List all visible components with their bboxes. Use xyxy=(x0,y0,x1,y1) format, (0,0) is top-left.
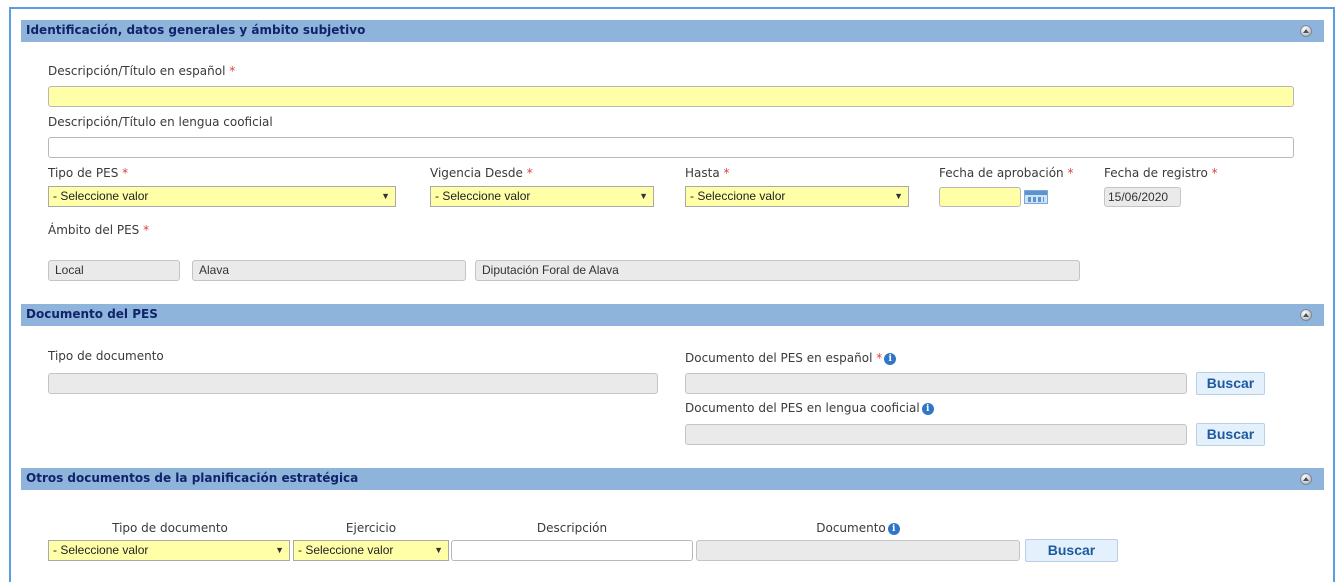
info-icon[interactable]: i xyxy=(887,522,900,535)
ambito-entidad-field: Diputación Foral de Alava xyxy=(475,260,1080,281)
desc-cooficial-input[interactable] xyxy=(48,137,1294,158)
section-header-documento[interactable]: Documento del PES xyxy=(21,304,1324,326)
doc-es-label: Documento del PES en español * i xyxy=(685,351,897,365)
select-value: - Seleccione valor xyxy=(53,543,149,557)
column-tipo-documento: Tipo de documento xyxy=(112,521,228,535)
section-header-otros-documentos[interactable]: Otros documentos de la planificación est… xyxy=(21,468,1324,490)
select-value: - Seleccione valor xyxy=(298,543,394,557)
fecha-aprobacion-label: Fecha de aprobación * xyxy=(939,166,1074,180)
column-documento: Documento i xyxy=(696,521,1020,535)
chevron-down-icon: ▼ xyxy=(275,545,284,555)
select-value: - Seleccione valor xyxy=(690,189,786,203)
otros-tipo-select[interactable]: - Seleccione valor ▼ xyxy=(48,540,290,561)
vigencia-select[interactable]: - Seleccione valor ▼ xyxy=(430,186,654,207)
tipo-documento-label: Tipo de documento xyxy=(48,349,164,363)
tipo-documento-field xyxy=(48,373,658,394)
doc-cooficial-field xyxy=(685,424,1187,445)
chevron-down-icon: ▼ xyxy=(894,191,903,201)
section-title: Otros documentos de la planificación est… xyxy=(26,471,359,485)
vigencia-label: Vigencia Desde * xyxy=(430,166,533,180)
chevron-down-icon: ▼ xyxy=(434,545,443,555)
column-ejercicio: Ejercicio xyxy=(345,521,397,535)
otros-descripcion-input[interactable] xyxy=(451,540,693,561)
section-title: Documento del PES xyxy=(26,307,158,321)
desc-es-input[interactable] xyxy=(48,86,1294,107)
doc-cooficial-label: Documento del PES en lengua cooficial i xyxy=(685,401,934,415)
ambito-label: Ámbito del PES * xyxy=(48,223,150,237)
collapse-icon[interactable] xyxy=(1300,309,1312,321)
ambito-tipo-field: Local xyxy=(48,260,180,281)
buscar-doc-cooficial-button[interactable]: Buscar xyxy=(1196,423,1265,446)
chevron-down-icon: ▼ xyxy=(381,191,390,201)
tipo-pes-label: Tipo de PES * xyxy=(48,166,129,180)
desc-es-label: Descripción/Título en español * xyxy=(48,64,236,78)
section-header-identificacion[interactable]: Identificación, datos generales y ámbito… xyxy=(21,20,1324,42)
otros-ejercicio-select[interactable]: - Seleccione valor ▼ xyxy=(293,540,449,561)
info-icon[interactable]: i xyxy=(884,352,897,365)
calendar-icon[interactable] xyxy=(1024,190,1048,204)
select-value: - Seleccione valor xyxy=(435,189,531,203)
fecha-aprobacion-input[interactable] xyxy=(939,187,1021,207)
chevron-down-icon: ▼ xyxy=(639,191,648,201)
doc-es-field xyxy=(685,373,1187,394)
section-title: Identificación, datos generales y ámbito… xyxy=(26,23,366,37)
collapse-icon[interactable] xyxy=(1300,25,1312,37)
otros-buscar-button[interactable]: Buscar xyxy=(1025,539,1118,562)
tipo-pes-select[interactable]: - Seleccione valor ▼ xyxy=(48,186,396,207)
hasta-select[interactable]: - Seleccione valor ▼ xyxy=(685,186,909,207)
ambito-provincia-field: Alava xyxy=(192,260,466,281)
select-value: - Seleccione valor xyxy=(53,189,149,203)
hasta-label: Hasta * xyxy=(685,166,730,180)
otros-documento-field xyxy=(696,540,1020,561)
fecha-registro-label: Fecha de registro * xyxy=(1104,166,1218,180)
buscar-doc-es-button[interactable]: Buscar xyxy=(1196,372,1265,395)
fecha-registro-value: 15/06/2020 xyxy=(1104,187,1181,207)
desc-cooficial-label: Descripción/Título en lengua cooficial xyxy=(48,115,273,129)
column-descripcion: Descripción xyxy=(536,521,608,535)
collapse-icon[interactable] xyxy=(1300,473,1312,485)
info-icon[interactable]: i xyxy=(921,402,934,415)
